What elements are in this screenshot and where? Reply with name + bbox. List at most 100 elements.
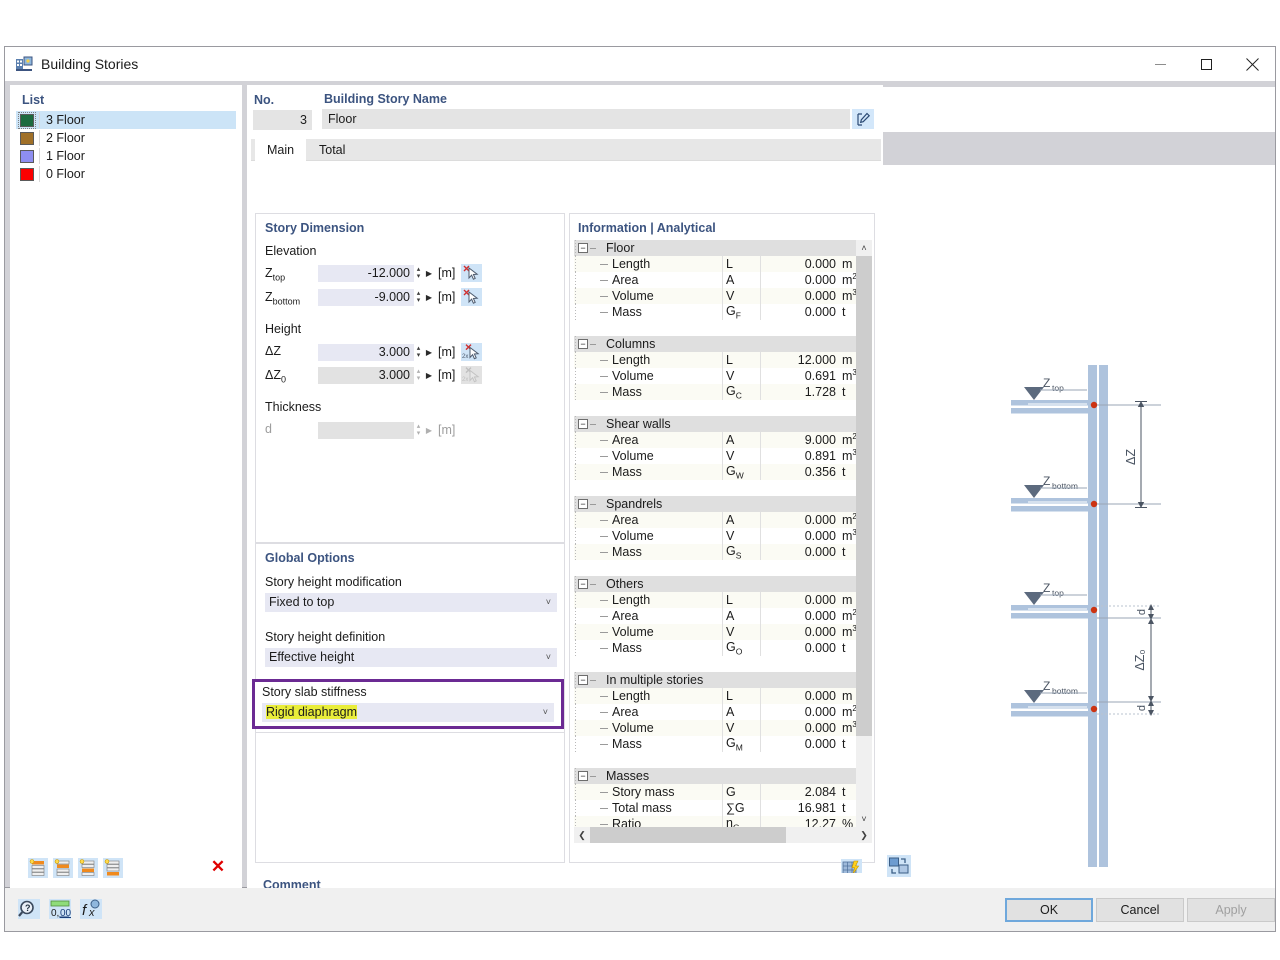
tree-row[interactable]: Length L 0.000 m bbox=[574, 688, 856, 704]
scroll-left-icon[interactable]: ❮ bbox=[574, 827, 590, 843]
ztop-dropdown-arrow[interactable]: ▶ bbox=[424, 265, 434, 282]
tree-row[interactable]: Ratio ηG 12.27% bbox=[574, 816, 856, 827]
tree-row[interactable]: Area A 0.000 m2 bbox=[574, 512, 856, 528]
list-item[interactable]: 0 Floor bbox=[16, 165, 236, 183]
collapse-icon[interactable]: − bbox=[578, 771, 588, 781]
scroll-up-icon[interactable]: ˄ bbox=[856, 240, 872, 256]
column-divider bbox=[760, 816, 761, 827]
tree-row[interactable]: Volume V 0.691 m3 bbox=[574, 368, 856, 384]
tree-row[interactable]: Area A 9.000 m2 bbox=[574, 432, 856, 448]
minimize-icon[interactable] bbox=[1137, 47, 1183, 81]
tree-dash bbox=[600, 456, 608, 457]
pick-point-icon[interactable] bbox=[461, 288, 482, 306]
tree-group-row[interactable]: − Masses bbox=[574, 768, 856, 784]
zbottom-dropdown-arrow[interactable]: ▶ bbox=[424, 289, 434, 306]
maximize-icon[interactable] bbox=[1183, 47, 1229, 81]
ztop-input[interactable]: -12.000 bbox=[318, 265, 414, 282]
column-divider bbox=[722, 256, 723, 272]
tree-row[interactable]: Volume V 0.000 m3 bbox=[574, 720, 856, 736]
story-height-modification-label: Story height modification bbox=[265, 575, 402, 589]
delete-story-button[interactable]: ✕ bbox=[208, 858, 228, 878]
tree-row[interactable]: Length L 12.000 m bbox=[574, 352, 856, 368]
tree-guide bbox=[575, 464, 576, 480]
tree-row[interactable]: Story mass G 2.084 t bbox=[574, 784, 856, 800]
formula-icon[interactable]: f x bbox=[80, 899, 102, 919]
tree-row[interactable]: Area A 0.000 m2 bbox=[574, 272, 856, 288]
tree-row[interactable]: Volume V 0.000 m3 bbox=[574, 624, 856, 640]
tree-group-row[interactable]: − Floor bbox=[574, 240, 856, 256]
list-item[interactable]: 2 Floor bbox=[16, 129, 236, 147]
tree-horizontal-thumb[interactable] bbox=[590, 827, 786, 843]
tree-row[interactable]: Mass GF 0.000 t bbox=[574, 304, 856, 320]
delta-z-stepper[interactable]: ▴ ▾ bbox=[414, 344, 423, 361]
edit-name-icon[interactable] bbox=[852, 109, 874, 129]
tree-row[interactable]: Length L 0.000 m bbox=[574, 592, 856, 608]
tree-row[interactable]: Mass GS 0.000 t bbox=[574, 544, 856, 560]
tree-row[interactable]: Mass GO 0.000 t bbox=[574, 640, 856, 656]
story-slab-stiffness-group: Story slab stiffness Rigid diaphragm ˅ bbox=[252, 679, 564, 729]
list-item[interactable]: 3 Floor bbox=[16, 111, 236, 129]
delta-z-dropdown-arrow[interactable]: ▶ bbox=[424, 344, 434, 361]
scroll-right-icon[interactable]: ❯ bbox=[856, 827, 872, 843]
column-divider bbox=[760, 448, 761, 464]
window-title: Building Stories bbox=[41, 56, 139, 72]
numeric-format-icon[interactable]: 0, 00 bbox=[49, 899, 72, 919]
pick-two-points-icon[interactable]: 2x bbox=[461, 343, 482, 361]
list-item[interactable]: 1 Floor bbox=[16, 147, 236, 165]
tree-row[interactable]: Mass GC 1.728 t bbox=[574, 384, 856, 400]
collapse-icon[interactable]: − bbox=[578, 675, 588, 685]
ztop-stepper[interactable]: ▴ ▾ bbox=[414, 265, 423, 282]
story-height-modification-select[interactable]: Fixed to top ˅ bbox=[265, 593, 557, 612]
tab-main[interactable]: Main bbox=[255, 139, 307, 161]
story-height-definition-value: Effective height bbox=[269, 650, 355, 664]
tree-row-symbol: V bbox=[726, 721, 735, 735]
tree-row[interactable]: Area A 0.000 m2 bbox=[574, 704, 856, 720]
delta-z-input[interactable]: 3.000 bbox=[318, 344, 414, 361]
story-list[interactable]: 3 Floor 2 Floor 1 Floor 0 Floor bbox=[16, 111, 236, 183]
tree-row[interactable]: Mass GW 0.356 t bbox=[574, 464, 856, 480]
exchange-icon[interactable] bbox=[887, 855, 911, 877]
story-name-input[interactable]: Floor bbox=[322, 109, 850, 129]
tree-group-row[interactable]: − Shear walls bbox=[574, 416, 856, 432]
tree-row[interactable]: Volume V 0.000 m3 bbox=[574, 528, 856, 544]
collapse-icon[interactable]: − bbox=[578, 579, 588, 589]
magnifier-info-icon[interactable]: ? bbox=[18, 899, 40, 919]
tree-row[interactable]: Length L 0.000 m bbox=[574, 256, 856, 272]
tree-group-row[interactable]: − Spandrels bbox=[574, 496, 856, 512]
new-story-bottom-icon[interactable] bbox=[103, 858, 123, 878]
pick-point-icon[interactable] bbox=[461, 264, 482, 282]
story-slab-stiffness-select[interactable]: Rigid diaphragm ˅ bbox=[262, 703, 554, 722]
new-story-top-icon[interactable] bbox=[28, 858, 48, 878]
tree-group-row[interactable]: − In multiple stories bbox=[574, 672, 856, 688]
story-height-definition-select[interactable]: Effective height ˅ bbox=[265, 648, 557, 667]
tree-row[interactable]: Volume V 0.000 m3 bbox=[574, 288, 856, 304]
collapse-icon[interactable]: − bbox=[578, 419, 588, 429]
scroll-down-icon[interactable]: ˅ bbox=[856, 811, 872, 827]
tree-row[interactable]: Mass GM 0.000 t bbox=[574, 736, 856, 752]
zbottom-input[interactable]: -9.000 bbox=[318, 289, 414, 306]
information-tree[interactable]: − Floor Length L 0.000 m Area A 0.000 m2 Volume V 0.… bbox=[574, 240, 856, 827]
close-icon[interactable] bbox=[1229, 47, 1275, 81]
collapse-icon[interactable]: − bbox=[578, 339, 588, 349]
new-story-below-icon[interactable] bbox=[78, 858, 98, 878]
collapse-icon[interactable]: − bbox=[578, 499, 588, 509]
tab-total[interactable]: Total bbox=[307, 139, 357, 161]
tree-group-row[interactable]: − Columns bbox=[574, 336, 856, 352]
tree-guide bbox=[575, 288, 576, 304]
tree-row[interactable]: Total mass ∑G 16.981 t bbox=[574, 800, 856, 816]
tree-row[interactable]: Area A 0.000 m2 bbox=[574, 608, 856, 624]
tab-bar: Main Total bbox=[251, 139, 881, 161]
tree-row-value: 16.981 bbox=[797, 801, 836, 815]
zbottom-stepper[interactable]: ▴ ▾ bbox=[414, 289, 423, 306]
new-story-above-icon[interactable] bbox=[53, 858, 73, 878]
tree-row-label: Volume bbox=[612, 289, 654, 303]
tree-horizontal-scrollbar[interactable]: ❮ ❯ bbox=[574, 827, 872, 843]
tree-group-row[interactable]: − Others bbox=[574, 576, 856, 592]
tree-vertical-scrollbar[interactable]: ˄ ˅ bbox=[856, 240, 872, 827]
collapse-icon[interactable]: − bbox=[578, 243, 588, 253]
ok-button[interactable]: OK bbox=[1005, 898, 1093, 922]
cancel-button[interactable]: Cancel bbox=[1096, 898, 1184, 922]
tree-vertical-thumb[interactable] bbox=[856, 256, 872, 736]
tree-row-unit: m bbox=[842, 257, 853, 271]
tree-row[interactable]: Volume V 0.891 m3 bbox=[574, 448, 856, 464]
